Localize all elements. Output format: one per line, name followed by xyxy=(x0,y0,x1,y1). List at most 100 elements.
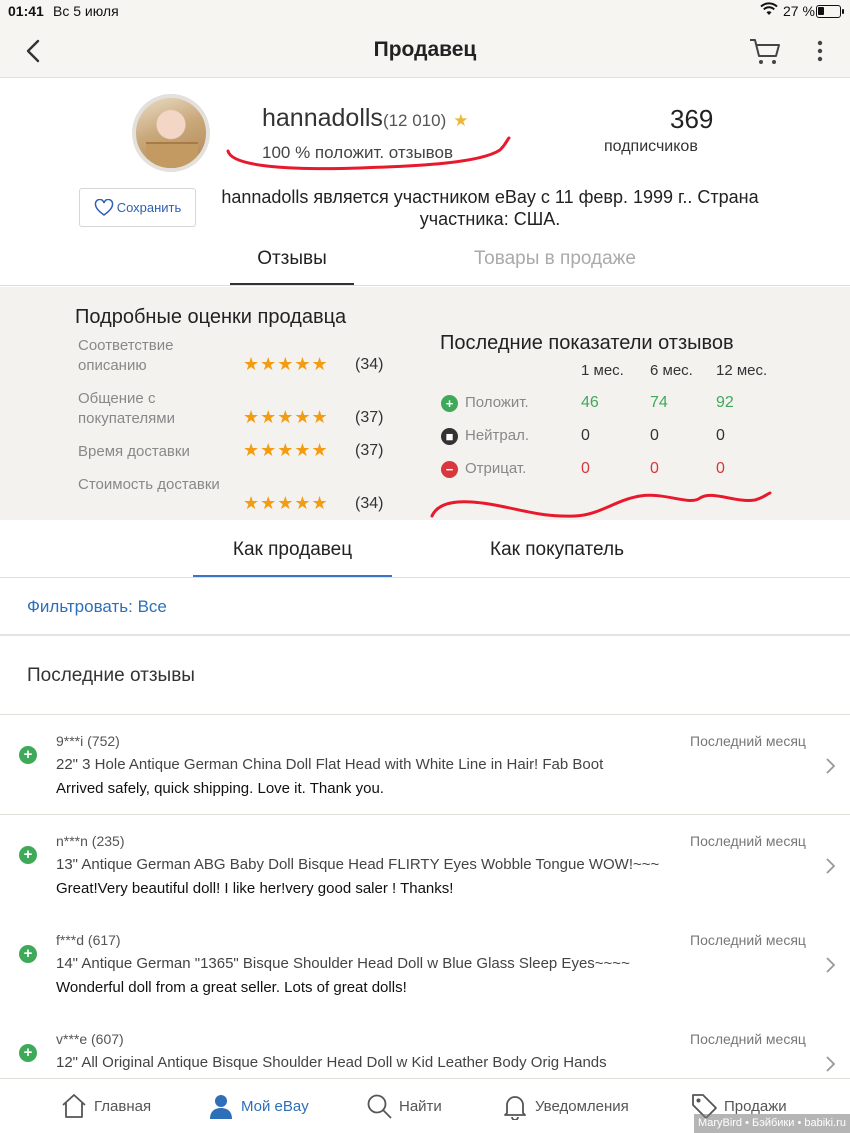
search-icon xyxy=(367,1094,392,1119)
status-date: Вс 5 июля xyxy=(53,3,119,19)
watermark: MaryBird • Бэйбики • babiki.ru xyxy=(694,1114,850,1133)
feedback-period: Последний месяц xyxy=(690,932,806,948)
negative-12m: 0 xyxy=(716,460,725,477)
seller-avatar xyxy=(132,94,210,172)
tab-my-ebay-label: Мой eBay xyxy=(241,1097,309,1115)
rating-stars: ★★★★★ xyxy=(243,407,329,427)
battery-level xyxy=(818,7,824,15)
save-seller-button[interactable]: Сохранить xyxy=(79,188,196,227)
rating-label: Время доставки xyxy=(78,443,190,460)
heart-icon xyxy=(94,198,113,216)
role-tabs: Как продавец Как покупатель xyxy=(0,520,850,578)
neutral-label: Нейтрал. xyxy=(465,427,530,444)
negative-row: − Отрицат. 0 0 0 xyxy=(440,459,800,481)
feedback-user: 9***i (752) xyxy=(56,733,120,749)
rating-stars: ★★★★★ xyxy=(243,354,329,374)
tab-home[interactable]: Главная xyxy=(60,1092,151,1120)
feedback-period: Последний месяц xyxy=(690,733,806,749)
rating-label: Общение с покупателями xyxy=(78,390,175,427)
column-1-month: 1 мес. xyxy=(581,362,624,379)
avatar-photo-box xyxy=(146,142,198,168)
tab-as-buyer[interactable]: Как покупатель xyxy=(460,539,654,561)
rating-stars: ★★★★★ xyxy=(243,440,329,460)
rating-count: (34) xyxy=(355,495,384,512)
tab-my-ebay[interactable]: Мой eBay xyxy=(207,1092,309,1120)
filter-bar: Фильтровать: Все xyxy=(0,578,850,636)
positive-12m: 92 xyxy=(716,394,734,411)
wifi-icon xyxy=(760,2,778,19)
tab-selling-label: Продажи xyxy=(724,1097,787,1115)
ratings-section: Подробные оценки продавца Соответствие о… xyxy=(0,287,850,520)
negative-label: Отрицат. xyxy=(465,460,527,477)
feedback-item[interactable]: + f***d (617) 14" Antique German "1365" … xyxy=(0,914,850,1014)
positive-6m: 74 xyxy=(650,394,668,411)
feedback-comment: Great!Very beautiful doll! I like her!ve… xyxy=(56,880,454,897)
positive-feedback-icon: + xyxy=(19,846,37,864)
tab-search[interactable]: Найти xyxy=(365,1092,442,1120)
save-label: Сохранить xyxy=(116,200,182,215)
feedback-item-title: 13" Antique German ABG Baby Doll Bisque … xyxy=(56,856,660,873)
tab-search-label: Найти xyxy=(399,1097,442,1115)
chevron-right-icon xyxy=(823,757,837,775)
tab-notifications[interactable]: Уведомления xyxy=(501,1092,629,1120)
positive-label: Положит. xyxy=(465,394,529,411)
positive-feedback-icon: + xyxy=(19,746,37,764)
plus-icon: + xyxy=(441,395,458,412)
neutral-6m: 0 xyxy=(650,427,659,444)
positive-feedback-icon: + xyxy=(19,1044,37,1062)
feedback-user: f***d (617) xyxy=(56,932,121,948)
feedback-item-title: 12" All Original Antique Bisque Shoulder… xyxy=(56,1054,607,1071)
neutral-row: ■ Нейтрал. 0 0 0 xyxy=(440,426,800,448)
tab-items-for-sale[interactable]: Товары в продаже xyxy=(440,248,670,270)
negative-1m: 0 xyxy=(581,460,590,477)
rating-stars: ★★★★★ xyxy=(243,493,329,513)
more-options-icon[interactable] xyxy=(808,36,832,66)
recent-feedback-header: Последние отзывы xyxy=(0,636,850,715)
column-6-months: 6 мес. xyxy=(650,362,693,379)
positive-feedback-icon: + xyxy=(19,945,37,963)
feedback-score: (12 010) xyxy=(382,111,447,130)
feedback-user: n***n (235) xyxy=(56,833,125,849)
person-icon xyxy=(210,1095,232,1119)
chevron-right-icon xyxy=(823,857,837,875)
followers-label: подписчиков xyxy=(604,138,698,155)
feedback-comment: Arrived safely, quick shipping. Love it.… xyxy=(56,780,384,797)
status-time: 01:41 xyxy=(8,3,44,19)
feedback-user: v***e (607) xyxy=(56,1031,124,1047)
rating-label: Соответствие описанию xyxy=(78,337,174,374)
home-icon xyxy=(62,1094,86,1118)
seller-username[interactable]: hannadolls(12 010) ★ xyxy=(262,104,468,133)
profile-tabs: Отзывы Товары в продаже xyxy=(0,238,850,286)
rating-label: Стоимость доставки xyxy=(78,476,220,493)
feedback-item[interactable]: + n***n (235) 13" Antique German ABG Bab… xyxy=(0,815,850,915)
detailed-ratings-title: Подробные оценки продавца xyxy=(75,306,347,328)
cart-icon[interactable] xyxy=(748,36,782,66)
tab-reviews[interactable]: Отзывы xyxy=(230,238,354,285)
rating-count: (34) xyxy=(355,356,384,373)
minus-icon: − xyxy=(441,461,458,478)
neutral-12m: 0 xyxy=(716,427,725,444)
battery-icon xyxy=(816,5,844,18)
filter-link[interactable]: Фильтровать: Все xyxy=(27,597,167,617)
nav-bar: Продавец xyxy=(0,24,850,78)
neutral-1m: 0 xyxy=(581,427,590,444)
feedback-comment: Wonderful doll from a great seller. Lots… xyxy=(56,979,407,996)
positive-feedback-percent: 100 % положит. отзывов xyxy=(262,143,454,162)
status-bar: 01:41 Вс 5 июля 27 % xyxy=(0,0,850,24)
feedback-item-title: 14" Antique German "1365" Bisque Shoulde… xyxy=(56,955,630,972)
member-info: hannadolls является участником eBay с 11… xyxy=(221,187,759,229)
chevron-right-icon xyxy=(823,1055,837,1073)
feedback-item-title: 22" 3 Hole Antique German China Doll Fla… xyxy=(56,756,604,773)
positive-row: + Положит. 46 74 92 xyxy=(440,393,800,415)
bell-icon xyxy=(504,1096,526,1120)
feedback-period: Последний месяц xyxy=(690,1031,806,1047)
recent-feedback-title: Последние отзывы xyxy=(27,665,195,686)
tab-as-seller[interactable]: Как продавец xyxy=(193,520,392,577)
feedback-item[interactable]: + 9***i (752) 22" 3 Hole Antique German … xyxy=(0,715,850,815)
negative-6m: 0 xyxy=(650,460,659,477)
feedback-period: Последний месяц xyxy=(690,833,806,849)
battery-percent: 27 % xyxy=(783,3,815,19)
column-12-months: 12 мес. xyxy=(716,362,768,379)
followers-count: 369 xyxy=(670,104,714,134)
rating-count: (37) xyxy=(355,442,384,459)
